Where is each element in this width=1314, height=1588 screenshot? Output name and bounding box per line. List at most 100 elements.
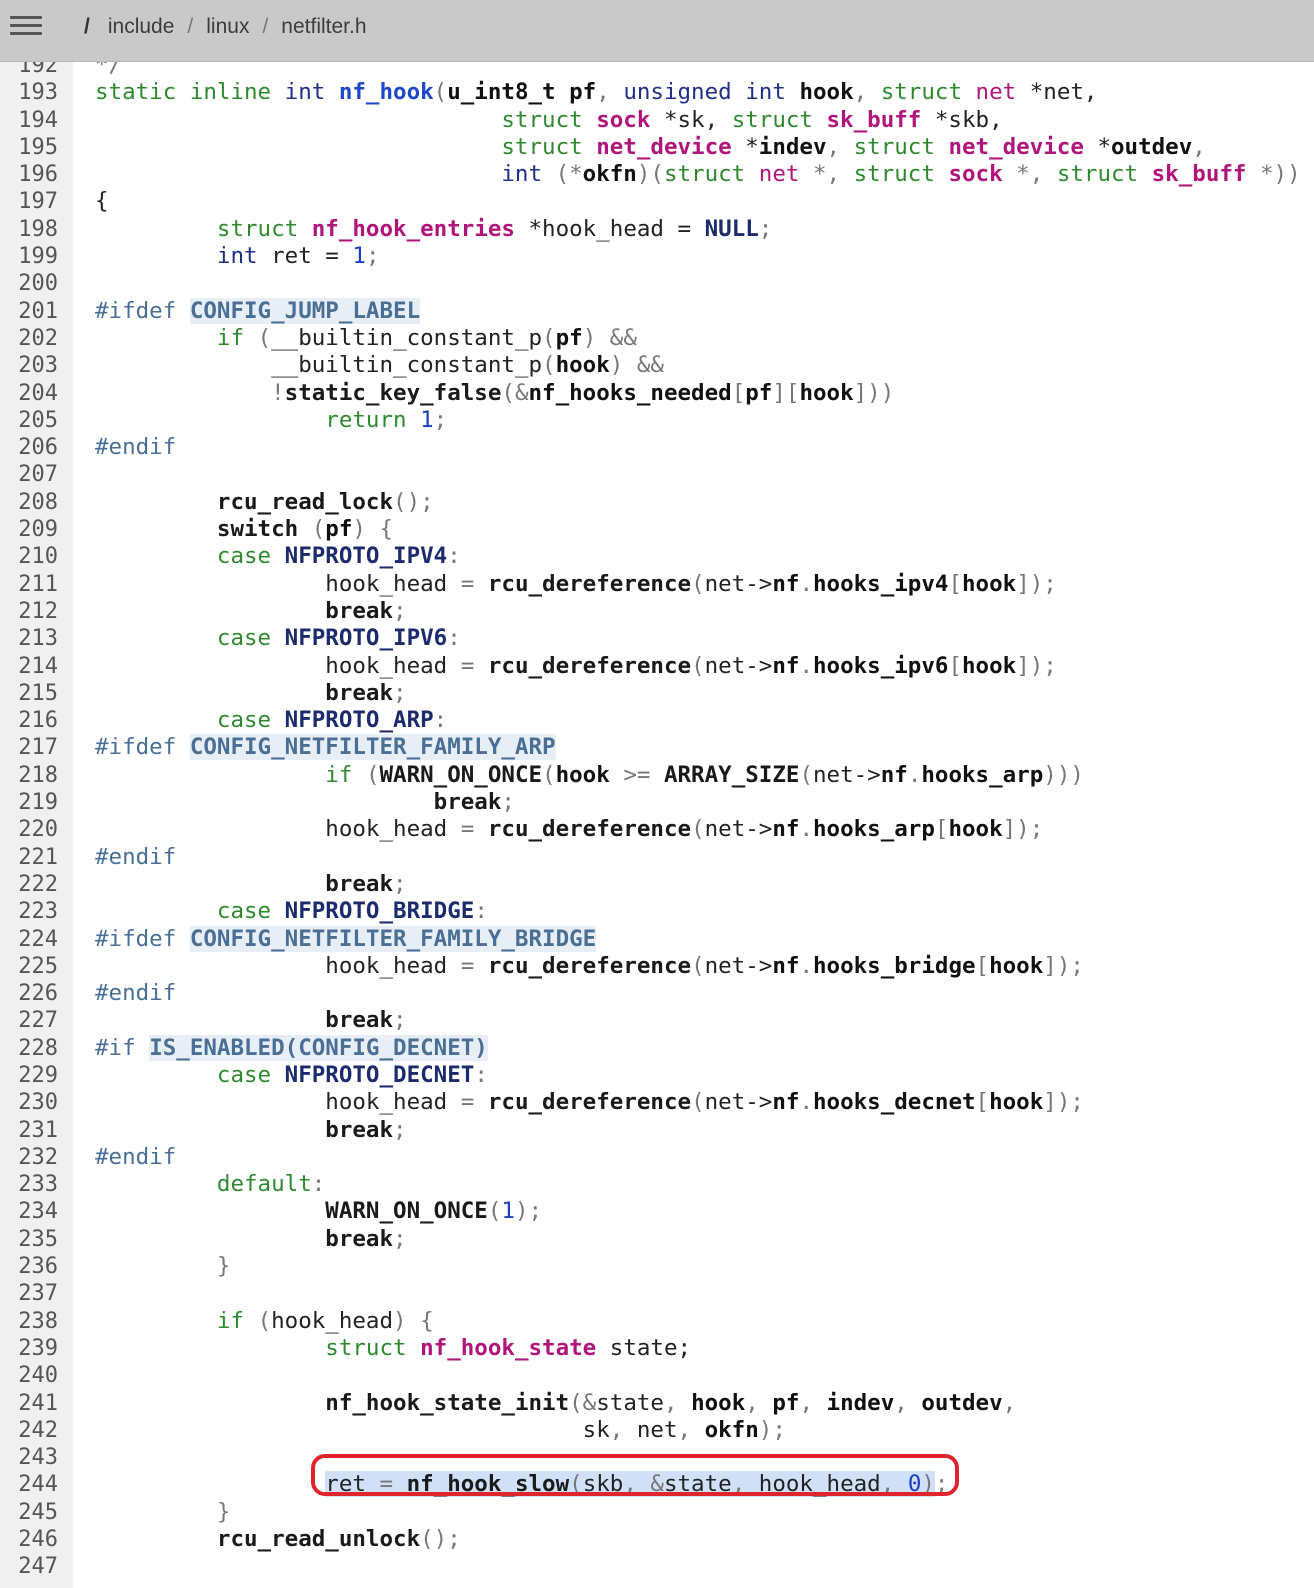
code-token: struct	[731, 106, 827, 133]
code-token: ][	[772, 379, 800, 406]
line-number[interactable]: 241	[0, 1390, 58, 1417]
code-token: if	[325, 761, 366, 788]
code-token: net	[636, 1416, 678, 1443]
line-number[interactable]: 222	[0, 871, 58, 898]
line-number[interactable]: 215	[0, 680, 58, 707]
line-number[interactable]: 209	[0, 516, 58, 543]
line-number[interactable]: 214	[0, 653, 58, 680]
line-number[interactable]: 240	[0, 1362, 58, 1389]
line-number[interactable]: 205	[0, 407, 58, 434]
code-token: (	[365, 761, 380, 788]
line-source: !static_key_false(&nf_hooks_needed[pf][h…	[95, 380, 894, 407]
code-line: 201 #ifdef CONFIG_JUMP_LABEL	[0, 297, 421, 325]
code-token: ,	[1192, 133, 1206, 160]
line-number[interactable]: 219	[0, 789, 58, 816]
line-number[interactable]: 202	[0, 325, 58, 352]
code-line: 240	[0, 1362, 58, 1389]
line-number[interactable]: 208	[0, 489, 58, 516]
code-token: *))	[1260, 161, 1301, 188]
code-token: (*	[555, 161, 583, 188]
line-number[interactable]: 239	[0, 1335, 58, 1362]
line-number[interactable]: 220	[0, 816, 58, 843]
line-number[interactable]: 229	[0, 1062, 58, 1089]
line-number[interactable]: 238	[0, 1308, 58, 1335]
line-number[interactable]: 216	[0, 707, 58, 734]
line-number[interactable]: 223	[0, 898, 58, 925]
line-number[interactable]: 218	[0, 762, 58, 789]
line-number[interactable]: 230	[0, 1089, 58, 1116]
code-token: ();	[393, 488, 434, 515]
line-number[interactable]: 243	[0, 1444, 58, 1471]
line-source: }	[95, 1253, 231, 1280]
line-number[interactable]: 247	[0, 1553, 58, 1580]
code-token: struct	[325, 1334, 421, 1361]
breadcrumb-item-include[interactable]: include	[108, 15, 175, 39]
line-number[interactable]: 224	[0, 926, 58, 953]
line-number[interactable]: 232	[0, 1144, 58, 1171]
line-number[interactable]: 204	[0, 380, 58, 407]
line-number[interactable]: 245	[0, 1499, 58, 1526]
code-token: nf	[772, 570, 800, 597]
line-source: #endif	[95, 980, 176, 1007]
code-token: hook	[962, 652, 1017, 679]
line-number[interactable]: 200	[0, 270, 58, 297]
breadcrumb-root[interactable]: /	[84, 15, 90, 39]
line-source: default:	[95, 1171, 325, 1198]
code-token: :	[474, 898, 488, 925]
line-number[interactable]: 227	[0, 1007, 58, 1034]
line-number[interactable]: 206	[0, 434, 58, 461]
code-token: ]);	[1016, 652, 1057, 679]
line-source: case NFPROTO_ARP:	[95, 707, 447, 734]
line-number[interactable]: 198	[0, 216, 58, 243]
line-number[interactable]: 237	[0, 1280, 58, 1307]
code-token: #ifdef	[95, 734, 190, 761]
hamburger-menu-icon[interactable]	[10, 14, 42, 38]
line-number[interactable]: 231	[0, 1117, 58, 1144]
line-number[interactable]: 235	[0, 1226, 58, 1253]
line-number[interactable]: 213	[0, 625, 58, 652]
line-number[interactable]: 193	[0, 79, 58, 106]
line-number[interactable]: 221	[0, 844, 58, 871]
line-number[interactable]: 225	[0, 953, 58, 980]
line-number[interactable]: 242	[0, 1417, 58, 1444]
line-source: break;	[95, 871, 406, 898]
line-source: */	[95, 62, 122, 79]
line-number[interactable]: 217	[0, 734, 58, 761]
code-token: ;	[433, 406, 448, 433]
code-line: 244 ret = nf_hook_slow(skb, &state, hook…	[0, 1471, 948, 1498]
line-number[interactable]: 201	[0, 298, 58, 325]
code-token: hook_head	[325, 1089, 461, 1116]
line-number[interactable]: 210	[0, 543, 58, 570]
line-source: }	[95, 1499, 231, 1526]
line-number[interactable]: 196	[0, 161, 58, 188]
line-number[interactable]: 203	[0, 352, 58, 379]
line-number[interactable]: 207	[0, 461, 58, 488]
breadcrumb-item-linux[interactable]: linux	[206, 15, 249, 39]
line-number[interactable]: 212	[0, 598, 58, 625]
line-number[interactable]: 234	[0, 1198, 58, 1225]
line-number[interactable]: 246	[0, 1526, 58, 1553]
code-line: 226 #endif	[0, 980, 176, 1007]
code-viewer[interactable]: 192 */193 static inline int nf_hook(u_int8…	[0, 62, 1314, 1588]
line-number[interactable]: 233	[0, 1171, 58, 1198]
line-number[interactable]: 194	[0, 107, 58, 134]
code-line: 232 #endif	[0, 1144, 176, 1171]
code-token: break	[325, 1007, 394, 1034]
line-number[interactable]: 197	[0, 188, 58, 215]
line-number[interactable]: 244	[0, 1471, 58, 1498]
code-token: (	[691, 1089, 705, 1116]
line-number[interactable]: 199	[0, 243, 58, 270]
code-token: (&	[501, 379, 529, 406]
line-number[interactable]: 228	[0, 1035, 58, 1062]
line-number[interactable]: 226	[0, 980, 58, 1007]
line-number[interactable]: 192	[0, 62, 58, 79]
line-number[interactable]: 211	[0, 571, 58, 598]
line-number[interactable]: 236	[0, 1253, 58, 1280]
code-token: rcu_dereference	[487, 570, 692, 597]
line-number[interactable]: 195	[0, 134, 58, 161]
